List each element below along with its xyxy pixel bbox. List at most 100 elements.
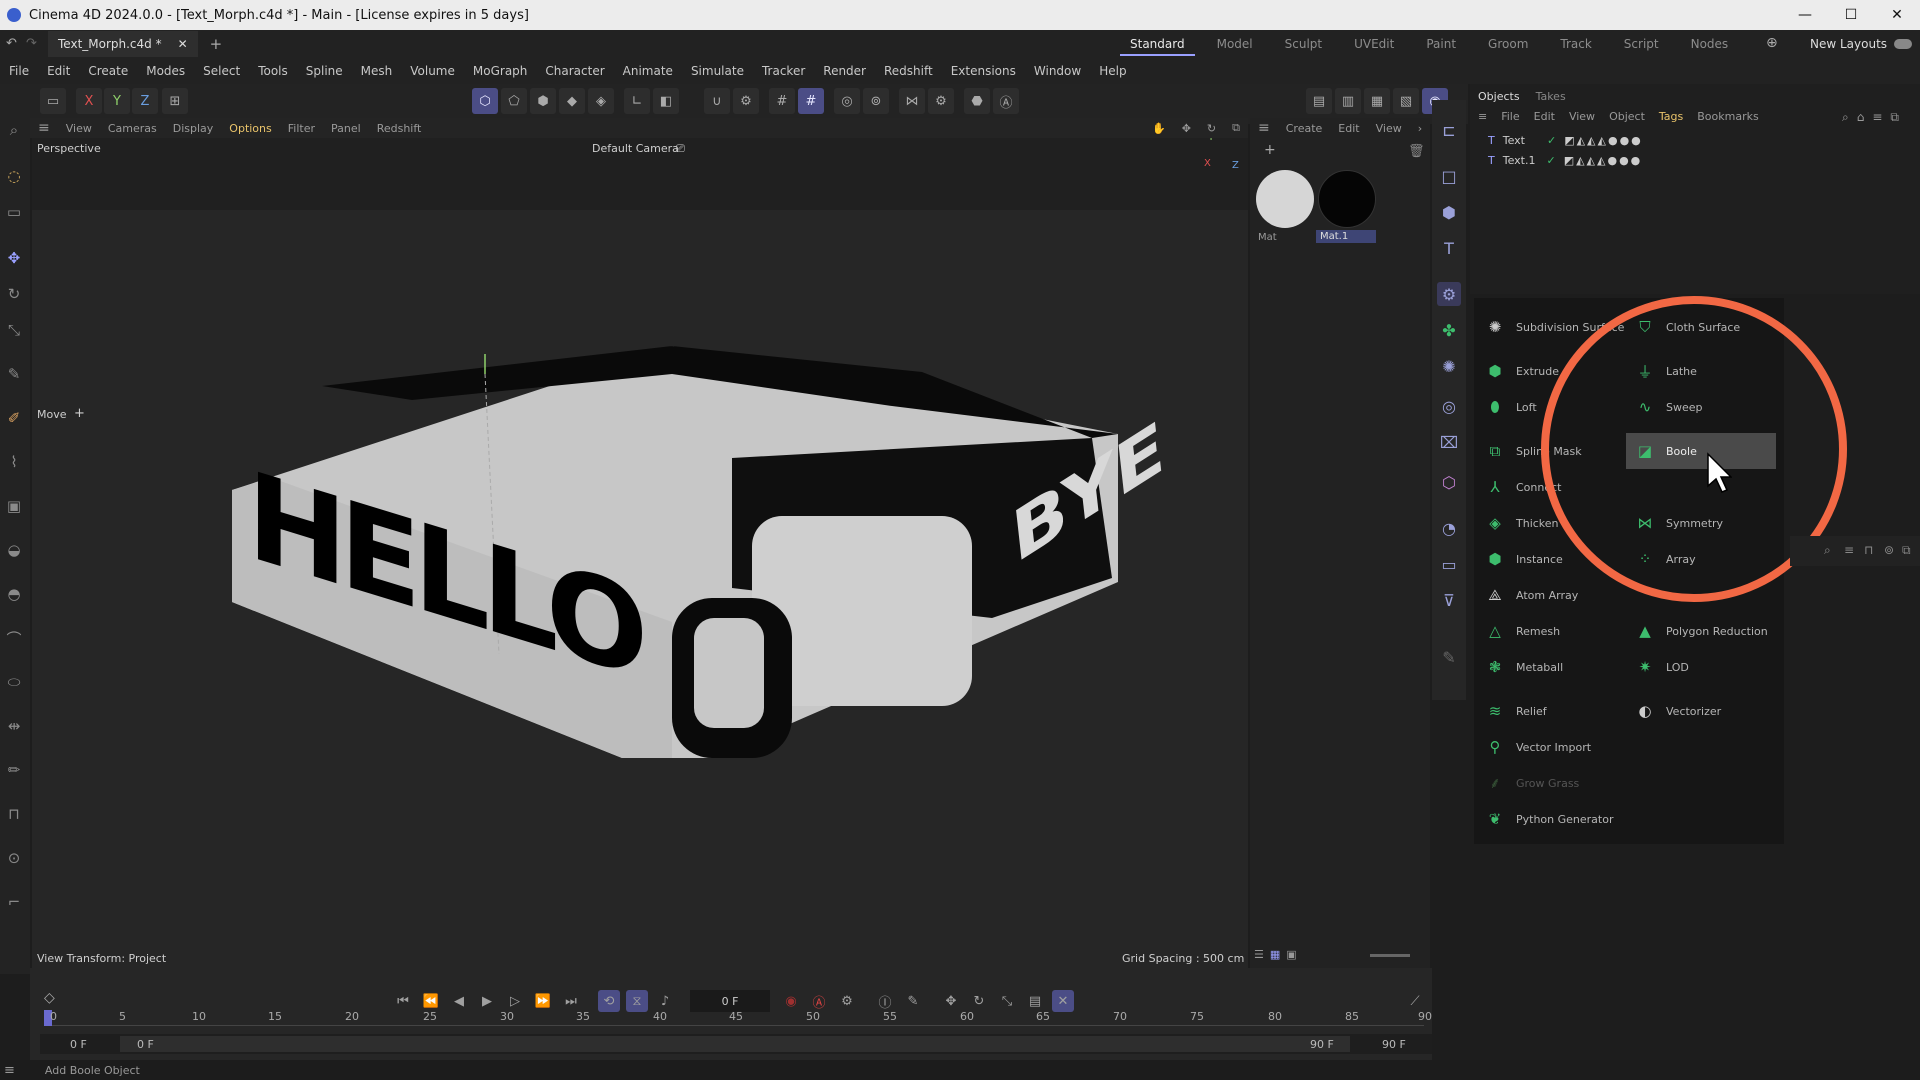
loop-cut-icon[interactable]: ◓ [2, 582, 26, 606]
material-menu-edit[interactable]: Edit [1330, 122, 1367, 135]
menu-tools[interactable]: Tools [249, 64, 297, 78]
viewport-menu-options[interactable]: Options [221, 122, 279, 135]
layout-standard[interactable]: Standard [1120, 34, 1195, 56]
bridge-tool-icon[interactable]: ⌒ [2, 626, 26, 650]
guide-tool-icon[interactable]: ⊙ [2, 846, 26, 870]
tab-objects[interactable]: Objects [1478, 90, 1520, 103]
objects-home-icon[interactable]: ⌂ [1857, 110, 1865, 125]
lock-axis-icon[interactable]: ◎ [834, 88, 860, 114]
selection-tool-icon[interactable]: ◌ [2, 164, 26, 188]
object-row-text[interactable]: T Text ✓ ◩◭◭◭●●● [1488, 134, 1643, 147]
large-view-icon[interactable]: ▣ [1286, 948, 1296, 961]
scene-icon[interactable]: ⌧ [1437, 430, 1461, 454]
menu-item-remesh[interactable]: Remesh [1516, 625, 1560, 638]
objects-menu-bookmarks[interactable]: Bookmarks [1697, 110, 1758, 123]
minimize-button[interactable]: — [1782, 7, 1828, 23]
menu-modes[interactable]: Modes [137, 64, 194, 78]
layout-script[interactable]: Script [1614, 34, 1669, 56]
attr-expand-icon[interactable]: ⧉ [1902, 543, 1911, 558]
viewport-move-icon[interactable]: ✥ [1174, 122, 1199, 135]
menu-item-thicken[interactable]: Thicken [1516, 517, 1559, 530]
grid-icon[interactable]: # [769, 88, 795, 114]
light-icon[interactable]: ⊽ [1437, 588, 1461, 612]
range-start-field[interactable]: 0 F [70, 1038, 87, 1051]
viewport-menu-filter[interactable]: Filter [280, 122, 323, 135]
cube-primitive-icon[interactable]: □ [1437, 164, 1461, 188]
menu-create[interactable]: Create [79, 64, 137, 78]
toggle-switch[interactable] [1894, 39, 1912, 49]
layout-paint[interactable]: Paint [1416, 34, 1466, 56]
viewport-pan-icon[interactable]: ✋ [1144, 122, 1174, 135]
tags-icons-2[interactable]: ◩◭◭◭●●● [1564, 154, 1643, 167]
3d-text-scene[interactable] [32, 138, 1248, 968]
objects-menu-object[interactable]: Object [1609, 110, 1645, 123]
material-swatch-mat1[interactable] [1318, 170, 1376, 228]
menu-select[interactable]: Select [194, 64, 249, 78]
grid-view-icon[interactable]: ▦ [1270, 948, 1280, 961]
add-material-icon[interactable]: + [1264, 142, 1276, 158]
delete-material-icon[interactable]: 🗑 [1408, 144, 1425, 159]
menu-help[interactable]: Help [1090, 64, 1135, 78]
volume-icon[interactable]: ⬡ [1437, 470, 1461, 494]
render-view-icon[interactable]: ▥ [1335, 88, 1361, 114]
axis-y-button[interactable]: Y [104, 88, 130, 114]
menu-item-atom-array[interactable]: Atom Array [1516, 589, 1578, 602]
objects-hamburger-icon[interactable]: ≡ [1478, 110, 1487, 123]
attr-filter-icon[interactable]: ≡ [1844, 543, 1854, 557]
magnet-snap-icon[interactable]: ∪ [704, 88, 730, 114]
list-view-icon[interactable]: ☰ [1254, 948, 1264, 961]
menu-item-loft[interactable]: Loft [1516, 401, 1537, 414]
keyframe-icon[interactable]: ◇ [44, 990, 55, 1006]
clapper-render-icon[interactable]: ▤ [1306, 88, 1332, 114]
axis-z-button[interactable]: Z [132, 88, 158, 114]
range-slider[interactable] [120, 1036, 1350, 1052]
video-camera-icon[interactable]: ▭ [1437, 552, 1461, 576]
sculpt-tool-icon[interactable]: ⬭ [2, 670, 26, 694]
maximize-button[interactable]: ☐ [1828, 7, 1874, 23]
attr-lock-icon[interactable]: ⊓ [1864, 543, 1873, 557]
spline-pen-icon[interactable]: ✎ [2, 362, 26, 386]
field-icon[interactable]: ◎ [1437, 394, 1461, 418]
new-layouts-button[interactable]: New Layouts [1810, 37, 1887, 51]
material-swatch-mat[interactable] [1256, 170, 1314, 228]
layout-nodes[interactable]: Nodes [1681, 34, 1739, 56]
layout-model[interactable]: Model [1207, 34, 1263, 56]
3d-viewport[interactable]: Perspective Default Camera ⎚ Move + Y Z … [32, 138, 1248, 968]
material-hamburger-icon[interactable]: ≡ [1250, 120, 1278, 136]
snap-workplane-icon[interactable]: ∟ [624, 88, 650, 114]
scale-tool-icon[interactable]: ⤡ [2, 318, 26, 342]
menu-item-vectorizer[interactable]: Vectorizer [1666, 705, 1721, 718]
menu-spline[interactable]: Spline [297, 64, 352, 78]
menu-extensions[interactable]: Extensions [942, 64, 1025, 78]
objects-search-icon[interactable]: ⌕ [1842, 110, 1849, 125]
add-tab-icon[interactable]: + [210, 35, 223, 53]
menu-mograph[interactable]: MoGraph [464, 64, 537, 78]
object-mode-icon[interactable]: ▭ [40, 88, 66, 114]
box-icon[interactable]: ⬢ [1437, 200, 1461, 224]
selection-filter-icon[interactable]: ⊏ [1437, 118, 1461, 142]
extrude-tool-icon[interactable]: ▣ [2, 494, 26, 518]
objects-filter-icon[interactable]: ≡ [1872, 110, 1882, 125]
mirror-tool-icon[interactable]: ⇹ [2, 714, 26, 738]
undo-icon[interactable]: ↶ [6, 36, 17, 51]
menu-render[interactable]: Render [814, 64, 875, 78]
menu-animate[interactable]: Animate [614, 64, 682, 78]
objects-expand-icon[interactable]: ⧉ [1890, 110, 1899, 125]
viewport-hamburger-icon[interactable]: ≡ [30, 120, 58, 136]
menu-item-relief[interactable]: Relief [1516, 705, 1547, 718]
bevel-tool-icon[interactable]: ◒ [2, 538, 26, 562]
material-menu-create[interactable]: Create [1278, 122, 1331, 135]
zoom-slider[interactable] [1370, 954, 1410, 957]
visible-check-icon-2[interactable]: ✓ [1546, 154, 1555, 167]
polygons-mode-icon[interactable]: ⬢ [530, 88, 556, 114]
menu-file[interactable]: File [0, 64, 38, 78]
model-mode-icon[interactable]: ◆ [559, 88, 585, 114]
measure-tool-icon[interactable]: ⌐ [2, 890, 26, 914]
workplane-icon[interactable]: ◧ [653, 88, 679, 114]
render-picture-icon[interactable]: ▧ [1393, 88, 1419, 114]
viewport-menu-panel[interactable]: Panel [323, 122, 369, 135]
autokey-icon[interactable]: Ⓐ [993, 88, 1019, 114]
menu-character[interactable]: Character [536, 64, 613, 78]
material-menu-view[interactable]: View [1368, 122, 1410, 135]
object-row-text1[interactable]: T Text.1 ✓ ◩◭◭◭●●● [1488, 154, 1642, 167]
